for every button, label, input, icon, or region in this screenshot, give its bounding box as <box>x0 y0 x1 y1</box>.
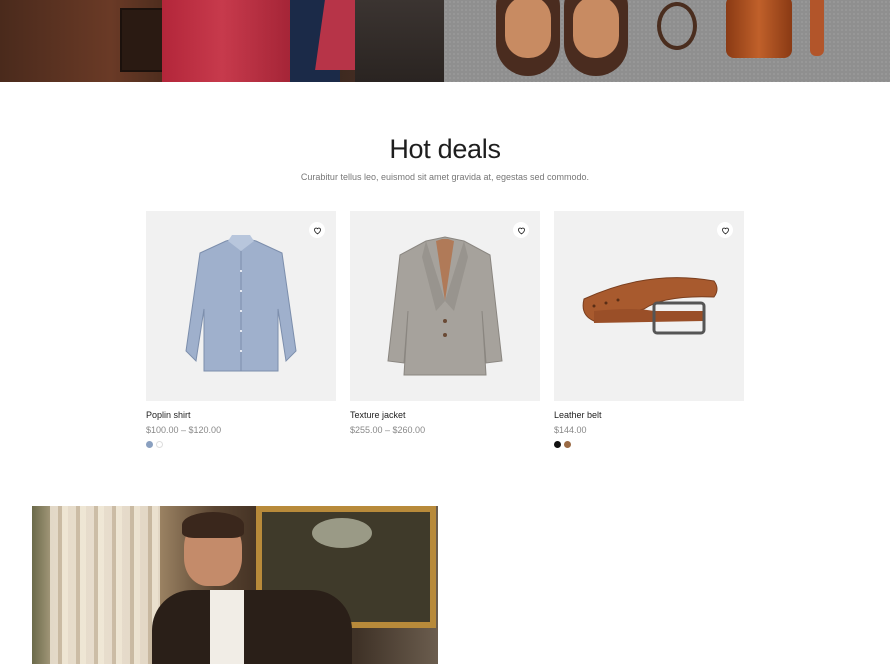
product-image-jacket[interactable] <box>350 211 540 401</box>
shoe-right <box>564 0 628 76</box>
color-swatches <box>146 441 163 448</box>
wishlist-button[interactable] <box>309 222 325 238</box>
bracelet <box>657 2 697 50</box>
product-name[interactable]: Texture jacket <box>350 410 406 420</box>
product-card-poplin-shirt[interactable]: Poplin shirt $100.00 – $120.00 <box>146 211 336 448</box>
product-image-belt[interactable] <box>554 211 744 401</box>
swatch-black[interactable] <box>554 441 561 448</box>
banner-image-left[interactable] <box>0 0 444 82</box>
editorial-curtain <box>50 506 160 664</box>
product-price: $144.00 <box>554 425 587 435</box>
banner-image-right[interactable] <box>444 0 890 82</box>
swatch-brown[interactable] <box>564 441 571 448</box>
editorial-image[interactable] <box>32 506 438 664</box>
belt-illustration <box>582 277 718 335</box>
leather-cuff <box>726 0 792 58</box>
section-subtitle: Curabitur tellus leo, euismod sit amet g… <box>300 172 590 182</box>
product-card-leather-belt[interactable]: Leather belt $144.00 <box>554 211 744 448</box>
product-price: $100.00 – $120.00 <box>146 425 222 435</box>
swatch-blue[interactable] <box>146 441 153 448</box>
section-title: Hot deals <box>389 134 501 164</box>
shirt-illustration <box>185 235 297 372</box>
jacket-illustration <box>387 236 503 376</box>
heart-icon <box>313 227 321 234</box>
editorial-painting-bird <box>312 518 372 548</box>
product-price: $255.00 – $260.00 <box>350 425 426 435</box>
product-name[interactable]: Leather belt <box>554 410 602 420</box>
editorial-model-hair <box>182 512 244 538</box>
product-name[interactable]: Poplin shirt <box>146 410 191 420</box>
leather-strap <box>810 0 824 56</box>
editorial-suit <box>152 590 352 664</box>
editorial-shirt <box>210 590 244 664</box>
shoe-left <box>496 0 560 76</box>
wishlist-button[interactable] <box>717 222 733 238</box>
wishlist-button[interactable] <box>513 222 529 238</box>
product-image-shirt[interactable] <box>146 211 336 401</box>
heart-icon <box>721 227 729 234</box>
heart-icon <box>517 227 525 234</box>
swatch-white[interactable] <box>156 441 163 448</box>
banner-background <box>355 0 444 82</box>
color-swatches <box>554 441 571 448</box>
product-card-texture-jacket[interactable]: Texture jacket $255.00 – $260.00 <box>350 211 540 435</box>
banner-decor-box <box>120 8 164 72</box>
